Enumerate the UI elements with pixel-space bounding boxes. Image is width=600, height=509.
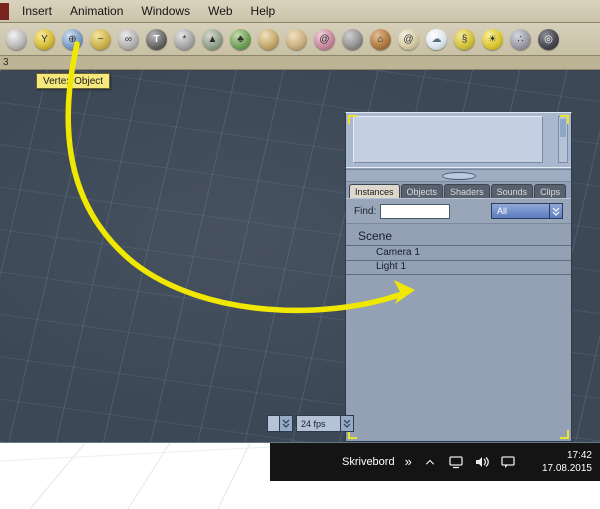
tab-sounds[interactable]: Sounds	[490, 184, 534, 198]
toolbar-icons: Y ⊕ ~ ∞ T * ▲ ♣ @ ⌂ @ ☁ § ☀ ∴ ◎	[6, 28, 559, 50]
vertex-object-icon[interactable]: ⊕	[62, 28, 83, 50]
tab-shaders[interactable]: Shaders	[444, 184, 490, 198]
rock-object-icon[interactable]	[342, 28, 363, 50]
menubar: Insert Animation Windows Web Help	[0, 0, 600, 23]
goblet-primitive-icon[interactable]: Y	[34, 28, 55, 50]
filter-dropdown[interactable]: All	[491, 203, 563, 219]
taskbar-desktop-label: Skrivebord	[342, 456, 395, 468]
panel-resize-corner-tr[interactable]	[560, 115, 569, 124]
menu-animation[interactable]: Animation	[61, 4, 132, 18]
target-object-icon[interactable]: ◎	[538, 28, 559, 50]
splitter-handle[interactable]	[441, 171, 476, 180]
action-center-icon[interactable]	[500, 454, 516, 470]
shell-object-icon[interactable]: @	[314, 28, 335, 50]
terrain-object-icon[interactable]: ▲	[202, 28, 223, 50]
scene-item-light[interactable]: Light 1	[346, 259, 571, 275]
chevron-down-icon	[340, 416, 353, 431]
panel-splitter[interactable]	[346, 169, 571, 182]
fps-dropdown[interactable]: 24 fps	[296, 415, 354, 432]
viewport-dropdown-partial[interactable]	[267, 415, 293, 432]
tab-strip-label[interactable]: 3	[3, 57, 9, 68]
tab-clips[interactable]: Clips	[534, 184, 567, 198]
find-label: Find:	[354, 205, 377, 217]
dune-object-icon[interactable]	[258, 28, 279, 50]
text-object-icon[interactable]: T	[146, 28, 167, 50]
particle-object-icon[interactable]: *	[174, 28, 195, 50]
tooltip-text: Vertex Object	[43, 75, 104, 87]
panel-preview-pane	[353, 116, 543, 163]
taskbar-date: 17.08.2015	[541, 463, 592, 474]
tab-instances[interactable]: Instances	[349, 184, 400, 198]
building-object-icon[interactable]: ⌂	[370, 28, 391, 50]
menu-help[interactable]: Help	[242, 4, 285, 18]
network-icon[interactable]	[448, 454, 464, 470]
tooltip: Vertex Object	[36, 73, 111, 89]
metaball-object-icon[interactable]: ∞	[118, 28, 139, 50]
filter-dropdown-value: All	[497, 206, 508, 216]
spline-object-icon[interactable]: ~	[90, 28, 111, 50]
panel-resize-corner-tl[interactable]	[348, 115, 357, 124]
toolbar: Y ⊕ ~ ∞ T * ▲ ♣ @ ⌂ @ ☁ § ☀ ∴ ◎	[0, 23, 600, 56]
hand-object-icon[interactable]	[286, 28, 307, 50]
panel-preview-area	[346, 113, 571, 168]
sunburst-object-icon[interactable]: ☀	[482, 28, 503, 50]
document-tab-strip: 3	[0, 56, 600, 70]
find-row: Find: All	[346, 198, 571, 224]
scene-root-item[interactable]: Scene	[346, 226, 571, 246]
cloud-object-icon[interactable]: ☁	[426, 28, 447, 50]
volume-icon[interactable]	[474, 454, 490, 470]
chevron-down-icon	[549, 204, 562, 218]
tab-objects[interactable]: Objects	[400, 184, 444, 198]
panel-resize-corner-br[interactable]	[560, 430, 569, 439]
taskbar-time: 17:42	[566, 450, 592, 461]
taskbar-overflow-chevron[interactable]: »	[405, 455, 412, 468]
menu-insert[interactable]: Insert	[13, 4, 61, 18]
shell-object-2-icon[interactable]: @	[398, 28, 419, 50]
panel-tabs: Instances Objects Shaders Sounds Clips	[346, 183, 571, 198]
app-icon-partial	[0, 2, 9, 20]
chevron-down-icon	[279, 416, 292, 431]
scene-hierarchy-panel: Instances Objects Shaders Sounds Clips F…	[345, 112, 572, 442]
spring-object-icon[interactable]: §	[454, 28, 475, 50]
particles-object-icon[interactable]: ∴	[510, 28, 531, 50]
hidden-icons-chevron-icon[interactable]	[422, 454, 438, 470]
taskbar-clock[interactable]: 17:42 17.08.2015	[542, 449, 592, 475]
fps-value: 24 fps	[301, 418, 326, 429]
plant-object-icon[interactable]: ♣	[230, 28, 251, 50]
viewport-grid-faint	[0, 443, 270, 509]
menu-windows[interactable]: Windows	[132, 4, 199, 18]
sphere-primitive-icon[interactable]	[6, 28, 27, 50]
taskbar: Skrivebord » 17:42 17.08.2015	[270, 443, 600, 481]
menu-web[interactable]: Web	[199, 4, 241, 18]
find-input[interactable]	[380, 203, 451, 219]
